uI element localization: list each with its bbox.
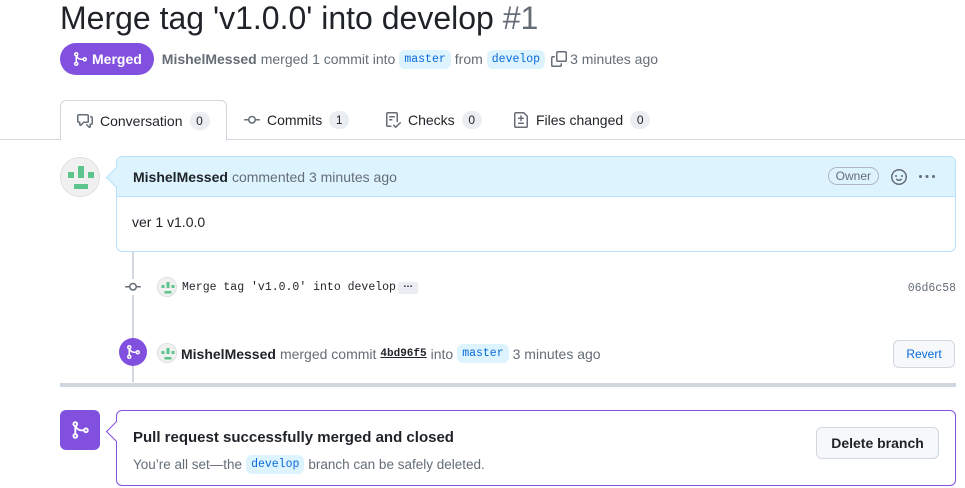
merged-state-badge: Merged	[60, 43, 154, 75]
head-branch[interactable]: develop	[486, 49, 546, 69]
tab-files-changed[interactable]: Files changed 0	[497, 100, 666, 140]
commit-sha-link[interactable]: 06d6c58	[908, 282, 956, 295]
tab-counter: 1	[329, 111, 350, 129]
merge-author-link[interactable]: MishelMessed	[181, 346, 276, 362]
owner-badge: Owner	[827, 167, 879, 185]
comment-action: commented 3 minutes ago	[231, 168, 397, 185]
smiley-icon[interactable]	[891, 169, 907, 185]
timeline-divider	[60, 383, 956, 387]
deletable-branch[interactable]: develop	[246, 455, 305, 474]
comment-author[interactable]: MishelMessed	[133, 169, 228, 185]
tab-counter: 0	[189, 111, 210, 130]
merged-status-icon-box	[60, 410, 100, 450]
merge-action: merged commit	[279, 345, 377, 362]
avatar[interactable]	[157, 343, 177, 363]
copy-icon[interactable]	[551, 51, 568, 67]
merged-status-title: Pull request successfully merged and clo…	[133, 429, 454, 446]
identicon-icon	[158, 278, 176, 296]
pr-meta: Merged MishelMessed merged 1 commit into…	[60, 43, 658, 75]
commit-message-link[interactable]: Merge tag 'v1.0.0' into develop	[182, 281, 396, 294]
tab-counter: 0	[630, 111, 651, 129]
tab-label: Commits	[267, 112, 323, 128]
tab-conversation[interactable]: Conversation 0	[60, 100, 227, 141]
delete-branch-button[interactable]: Delete branch	[816, 427, 939, 459]
kebab-horizontal-icon[interactable]	[918, 169, 936, 185]
identicon-icon	[61, 158, 99, 196]
comment-discussion-icon	[77, 113, 93, 128]
merge-event: MishelMessed merged commit 4bd96f5 into …	[0, 338, 965, 370]
pr-number: #1	[502, 0, 539, 36]
merge-event-text: MishelMessed merged commit 4bd96f5 into …	[181, 344, 601, 363]
tab-commits[interactable]: Commits 1	[228, 100, 365, 140]
commit-row: Merge tag 'v1.0.0' into develop … 06d6c5…	[0, 270, 965, 304]
from-word: from	[454, 51, 483, 67]
comment-box: MishelMessed commented 3 minutes ago Own…	[116, 156, 956, 252]
tab-label: Files changed	[536, 112, 624, 128]
merge-target-branch[interactable]: master	[457, 344, 509, 363]
revert-button[interactable]: Revert	[893, 340, 955, 368]
merged-status-box: Pull request successfully merged and clo…	[116, 410, 956, 486]
identicon-icon	[158, 344, 176, 362]
merge-time: 3 minutes ago	[512, 345, 601, 362]
merged-status-subtitle: You’re all set—the develop branch can be…	[133, 455, 485, 474]
expand-commit-button[interactable]: …	[398, 280, 418, 294]
merge-commit-link[interactable]: 4bd96f5	[380, 348, 426, 360]
tab-counter: 0	[461, 111, 482, 129]
tab-label: Conversation	[100, 112, 183, 129]
avatar[interactable]	[157, 277, 177, 297]
pr-tabs: Conversation 0 Commits 1 Checks 0 Files …	[0, 100, 965, 141]
merge-event-badge	[119, 338, 147, 366]
pr-title-text: Merge tag 'v1.0.0' into develop	[60, 0, 494, 36]
file-diff-icon	[514, 112, 528, 128]
into-word: into	[430, 345, 454, 362]
tab-checks[interactable]: Checks 0	[369, 100, 498, 140]
git-merge-icon	[127, 345, 141, 359]
merged-sub-before: You’re all set—the	[133, 457, 243, 472]
checklist-icon	[386, 112, 401, 128]
git-merge-icon	[74, 52, 88, 66]
pr-time: 3 minutes ago	[570, 51, 659, 67]
pr-author-link[interactable]: MishelMessed	[162, 51, 257, 67]
merged-summary: merged 1 commit into	[260, 51, 396, 67]
git-commit-icon	[124, 279, 142, 295]
merged-sub-after: branch can be safely deleted.	[308, 457, 485, 472]
git-merge-icon	[72, 421, 89, 439]
comment-header: MishelMessed commented 3 minutes ago Own…	[117, 157, 955, 197]
base-branch[interactable]: master	[399, 49, 451, 69]
avatar[interactable]	[60, 157, 100, 197]
git-commit-icon	[244, 115, 260, 124]
state-label: Merged	[92, 51, 142, 67]
comment-body: ver 1 v1.0.0	[132, 214, 206, 230]
pr-title: Merge tag 'v1.0.0' into develop #1	[60, 0, 538, 36]
tab-label: Checks	[408, 112, 455, 128]
